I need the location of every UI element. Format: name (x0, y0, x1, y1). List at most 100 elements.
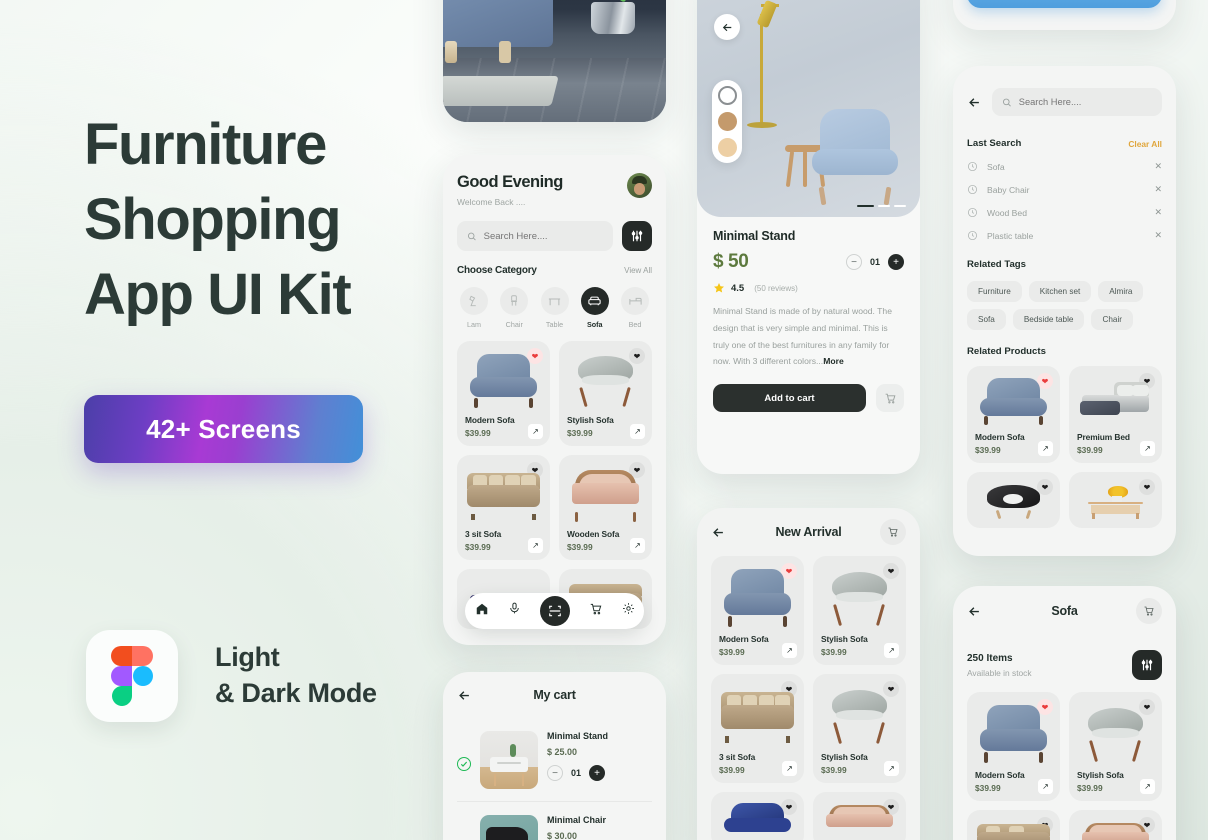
continue-pay-button[interactable]: Continue Pay - $36,00 (967, 0, 1162, 8)
remove-history-icon[interactable]: ✕ (1154, 184, 1162, 195)
category-item-table[interactable]: Table (538, 287, 572, 329)
search-history-item[interactable]: Sofa ✕ (967, 161, 1162, 172)
remove-history-icon[interactable]: ✕ (1154, 230, 1162, 241)
tag-chip[interactable]: Kitchen set (1028, 281, 1092, 302)
headline-line-1: Furniture (84, 112, 327, 177)
avatar[interactable] (627, 173, 652, 198)
open-product-button[interactable]: ↗ (884, 761, 899, 776)
cart-item-name: Minimal Chair (547, 815, 607, 825)
search-history-item[interactable]: Plastic table ✕ (967, 230, 1162, 241)
related-products-overflow: ❤ ❤ (967, 472, 1162, 528)
product-card[interactable]: ❤ Modern Sofa $39.99 ↗ (711, 556, 804, 665)
tab-cart[interactable] (589, 602, 603, 621)
cart-button[interactable] (1136, 598, 1162, 624)
product-card[interactable]: ❤ Premium Bed $39.99 ↗ (1069, 366, 1162, 463)
cart-item[interactable]: Minimal Chair $ 30.00 (457, 802, 652, 840)
remove-history-icon[interactable]: ✕ (1154, 161, 1162, 172)
open-product-button[interactable]: ↗ (782, 643, 797, 658)
search-history-item[interactable]: Baby Chair ✕ (967, 184, 1162, 195)
product-card[interactable]: ❤ Stylish Sofa $39.99 ↗ (813, 556, 906, 665)
product-card[interactable]: ❤ Modern Sofa $39.99 ↗ (457, 341, 550, 446)
category-item-chair[interactable]: Chair (497, 287, 531, 329)
product-card[interactable]: ❤ Modern Sofa $39.99 ↗ (967, 692, 1060, 801)
tag-chip[interactable]: Almira (1098, 281, 1144, 302)
product-card[interactable]: ❤ Wooden Sofa $39.99 ↗ (559, 455, 652, 560)
detail-back-button[interactable] (714, 14, 740, 40)
product-card[interactable]: ❤ (711, 792, 804, 840)
tab-voice[interactable] (508, 602, 521, 620)
stylish-chair-illustration (821, 682, 898, 746)
cart-button[interactable] (880, 519, 906, 545)
decrease-quantity-button[interactable]: − (845, 254, 862, 270)
product-card[interactable]: ❤ 3 sit Sofa $39.99 ↗ (457, 455, 550, 560)
category-item-bed[interactable]: Bed (618, 287, 652, 329)
search-input[interactable] (1018, 97, 1152, 107)
view-cart-button[interactable] (876, 384, 904, 412)
color-swatch-tan[interactable] (717, 138, 737, 157)
tag-chip[interactable]: Chair (1091, 309, 1134, 330)
wooden-sofa-illustration (821, 800, 898, 840)
history-label: Plastic table (987, 230, 1034, 241)
search-history-item[interactable]: Wood Bed ✕ (967, 207, 1162, 218)
product-card[interactable]: ❤ (813, 792, 906, 840)
increase-quantity-button[interactable]: + (888, 254, 904, 270)
greeting-row: Good Evening Welcome Back .... (457, 155, 652, 207)
cart-item-thumbnail (480, 815, 538, 840)
open-product-button[interactable]: ↗ (630, 424, 645, 439)
category-item-lam[interactable]: Lam (457, 287, 491, 329)
bed-illustration (1077, 374, 1154, 426)
open-product-button[interactable]: ↗ (782, 761, 797, 776)
product-card[interactable]: ❤ (967, 810, 1060, 840)
product-card[interactable]: ❤ Stylish Sofa $39.99 ↗ (1069, 692, 1162, 801)
tag-chip[interactable]: Furniture (967, 281, 1022, 302)
product-card[interactable]: ❤ 3 sit Sofa $39.99 ↗ (711, 674, 804, 783)
product-card[interactable]: ❤ (1069, 810, 1162, 840)
product-card[interactable]: ❤ (1069, 472, 1162, 528)
decrease-quantity-button[interactable]: − (547, 765, 563, 781)
open-product-button[interactable]: ↗ (1038, 441, 1053, 456)
product-card[interactable]: ❤ Modern Sofa $39.99 ↗ (967, 366, 1060, 463)
category-list: Lam Chair Table Sofa Bed (457, 287, 652, 329)
open-product-button[interactable]: ↗ (1140, 779, 1155, 794)
color-swatch-brown[interactable] (717, 112, 737, 131)
search-box[interactable] (992, 88, 1162, 116)
back-arrow-icon[interactable] (967, 95, 982, 110)
clear-all-button[interactable]: Clear All (1128, 139, 1162, 149)
tag-chip[interactable]: Sofa (967, 309, 1006, 330)
tab-settings[interactable] (622, 602, 635, 620)
open-product-button[interactable]: ↗ (528, 424, 543, 439)
armchair-illustration (719, 800, 796, 840)
color-swatch-white[interactable] (717, 86, 737, 105)
remove-history-icon[interactable]: ✕ (1154, 207, 1162, 218)
search-box[interactable] (457, 221, 613, 251)
clock-icon (967, 161, 978, 172)
category-label: Chair (505, 320, 523, 329)
tab-home[interactable] (475, 602, 489, 621)
cart-item-checkbox[interactable] (457, 757, 471, 771)
increase-quantity-button[interactable]: + (589, 765, 606, 781)
tab-scan[interactable] (539, 596, 570, 626)
category-item-sofa[interactable]: Sofa (578, 287, 612, 329)
filter-button[interactable] (622, 221, 652, 251)
cart-item[interactable]: Minimal Stand $ 25.00 − 01 + (457, 718, 652, 802)
product-card[interactable]: ❤ Stylish Sofa $39.99 ↗ (813, 674, 906, 783)
check-icon (460, 761, 468, 767)
open-product-button[interactable]: ↗ (630, 538, 645, 553)
open-product-button[interactable]: ↗ (884, 643, 899, 658)
view-all-link[interactable]: View All (624, 266, 652, 275)
modes-label: Light & Dark Mode (215, 640, 377, 711)
product-card[interactable]: ❤ (967, 472, 1060, 528)
open-product-button[interactable]: ↗ (528, 538, 543, 553)
screens-count-badge[interactable]: 42+ Screens (84, 395, 363, 464)
add-to-cart-button[interactable]: Add to cart (713, 384, 866, 412)
tag-chip[interactable]: Bedside table (1012, 309, 1085, 330)
search-input[interactable] (483, 230, 603, 242)
new-arrival-screen: New Arrival ❤ Modern Sofa $39.99 ↗ ❤ Sty… (697, 508, 920, 840)
open-product-button[interactable]: ↗ (1038, 779, 1053, 794)
read-more-link[interactable]: More (823, 356, 844, 366)
arrival-title: New Arrival (775, 525, 842, 539)
filter-button[interactable] (1132, 650, 1162, 680)
related-tags-header: Related Tags (967, 259, 1162, 270)
product-card[interactable]: ❤ Stylish Sofa $39.99 ↗ (559, 341, 652, 446)
open-product-button[interactable]: ↗ (1140, 441, 1155, 456)
